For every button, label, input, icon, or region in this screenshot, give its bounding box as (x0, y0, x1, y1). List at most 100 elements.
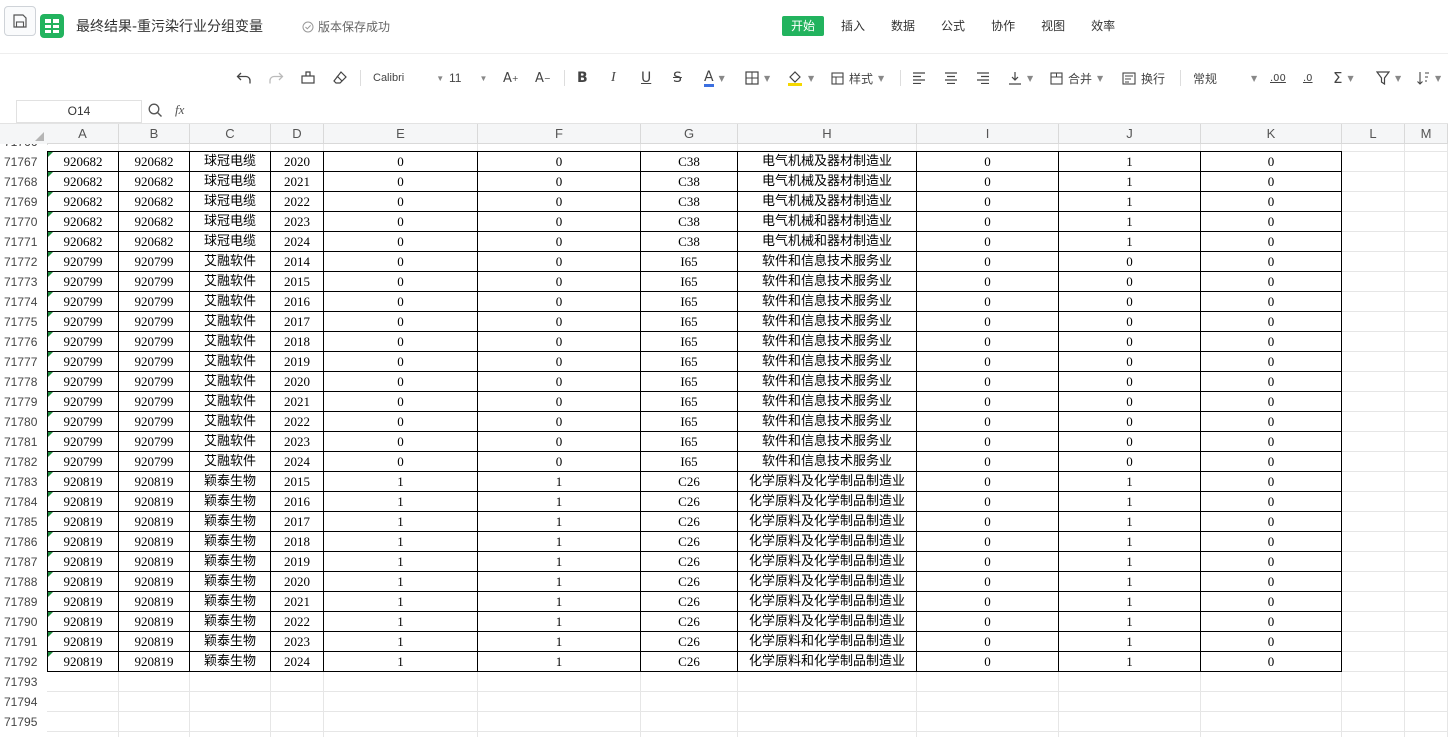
table-cell[interactable]: 920682 (119, 152, 190, 172)
table-cell[interactable]: 0 (1201, 412, 1342, 432)
table-cell[interactable]: 920819 (119, 592, 190, 612)
table-cell[interactable]: 1 (478, 652, 641, 672)
table-cell[interactable]: 2015 (271, 472, 324, 492)
increase-decimal-icon[interactable]: .00 (1270, 68, 1286, 88)
font-color-icon[interactable]: A ▼ (704, 68, 725, 88)
table-cell[interactable]: 0 (917, 592, 1059, 612)
column-header-d[interactable]: D (271, 124, 324, 144)
table-cell[interactable]: 0 (917, 632, 1059, 652)
column-header-m[interactable]: M (1405, 124, 1448, 144)
table-cell[interactable]: 颖泰生物 (190, 552, 271, 572)
table-cell[interactable]: 0 (1201, 172, 1342, 192)
table-cell[interactable]: 0 (917, 492, 1059, 512)
row-header[interactable]: 71785 (0, 512, 47, 532)
table-cell[interactable]: 0 (917, 232, 1059, 252)
column-header-g[interactable]: G (641, 124, 738, 144)
table-cell[interactable]: 920819 (47, 512, 119, 532)
table-cell[interactable]: 软件和信息技术服务业 (738, 392, 917, 412)
row-header[interactable]: 71783 (0, 472, 47, 492)
tab-formula[interactable]: 公式 (932, 16, 974, 36)
borders-icon[interactable]: ▼ (745, 68, 770, 88)
bold-icon[interactable]: B (577, 68, 588, 88)
row-header[interactable]: 71786 (0, 532, 47, 552)
table-cell[interactable]: 艾融软件 (190, 352, 271, 372)
table-cell[interactable]: 920799 (47, 292, 119, 312)
table-cell[interactable]: 920799 (119, 272, 190, 292)
merge-button[interactable]: 合并 ▼ (1050, 68, 1103, 88)
table-cell[interactable]: 0 (1201, 152, 1342, 172)
table-cell[interactable]: 0 (1059, 332, 1201, 352)
table-cell[interactable]: 920682 (47, 192, 119, 212)
table-cell[interactable]: 920799 (47, 392, 119, 412)
table-cell[interactable]: 0 (917, 172, 1059, 192)
table-cell[interactable]: 920682 (119, 172, 190, 192)
table-cell[interactable]: 920819 (119, 512, 190, 532)
row-header[interactable]: 71773 (0, 272, 47, 292)
table-cell[interactable]: 0 (478, 352, 641, 372)
table-cell[interactable]: 0 (324, 172, 478, 192)
table-cell[interactable]: 920819 (47, 652, 119, 672)
table-cell[interactable]: 0 (1201, 552, 1342, 572)
table-cell[interactable]: 2022 (271, 612, 324, 632)
table-cell[interactable]: 1 (324, 632, 478, 652)
decrease-font-icon[interactable]: A − (535, 68, 551, 88)
table-cell[interactable]: 0 (1201, 612, 1342, 632)
table-cell[interactable]: 0 (917, 252, 1059, 272)
table-cell[interactable]: C38 (641, 232, 738, 252)
table-cell[interactable]: 1 (1059, 552, 1201, 572)
table-cell[interactable]: 1 (324, 532, 478, 552)
table-cell[interactable]: 0 (1059, 292, 1201, 312)
table-cell[interactable]: 0 (478, 292, 641, 312)
table-cell[interactable]: 0 (478, 452, 641, 472)
table-cell[interactable]: 2017 (271, 512, 324, 532)
table-cell[interactable]: 艾融软件 (190, 392, 271, 412)
table-cell[interactable]: 1 (478, 532, 641, 552)
table-cell[interactable]: 2016 (271, 492, 324, 512)
table-cell[interactable]: C26 (641, 612, 738, 632)
table-cell[interactable]: C26 (641, 532, 738, 552)
table-cell[interactable]: 920799 (119, 292, 190, 312)
table-cell[interactable]: 0 (478, 252, 641, 272)
table-cell[interactable]: 艾融软件 (190, 412, 271, 432)
table-cell[interactable]: 0 (1201, 472, 1342, 492)
table-cell[interactable]: 艾融软件 (190, 292, 271, 312)
column-header-b[interactable]: B (119, 124, 190, 144)
table-cell[interactable]: 1 (1059, 232, 1201, 252)
table-cell[interactable]: 920799 (47, 372, 119, 392)
table-cell[interactable]: 920799 (119, 452, 190, 472)
wrap-text-button[interactable]: 换行 (1122, 68, 1165, 88)
table-cell[interactable]: 0 (324, 212, 478, 232)
cell-style-button[interactable]: 样式 ▼ (831, 68, 884, 88)
table-cell[interactable]: I65 (641, 392, 738, 412)
column-header-c[interactable]: C (190, 124, 271, 144)
number-format-select[interactable]: 常规 ▼ (1193, 68, 1257, 88)
table-cell[interactable]: 2021 (271, 392, 324, 412)
table-cell[interactable]: 0 (917, 332, 1059, 352)
table-cell[interactable]: 化学原料及化学制品制造业 (738, 592, 917, 612)
table-cell[interactable]: 球冠电缆 (190, 152, 271, 172)
table-cell[interactable]: 920819 (47, 592, 119, 612)
table-cell[interactable]: 920682 (47, 152, 119, 172)
table-cell[interactable]: 0 (324, 452, 478, 472)
increase-font-icon[interactable]: A + (503, 68, 519, 88)
table-cell[interactable]: 颖泰生物 (190, 532, 271, 552)
table-cell[interactable]: 软件和信息技术服务业 (738, 272, 917, 292)
table-cell[interactable]: 920819 (119, 632, 190, 652)
table-cell[interactable]: 1 (1059, 632, 1201, 652)
column-header-j[interactable]: J (1059, 124, 1201, 144)
table-cell[interactable]: 0 (1059, 432, 1201, 452)
table-cell[interactable]: 0 (478, 392, 641, 412)
table-cell[interactable]: 0 (917, 412, 1059, 432)
row-header[interactable]: 71772 (0, 252, 47, 272)
table-cell[interactable]: I65 (641, 252, 738, 272)
font-name-select[interactable]: Calibri ▼ (373, 68, 444, 88)
table-cell[interactable]: 920799 (119, 412, 190, 432)
table-cell[interactable]: C26 (641, 632, 738, 652)
table-cell[interactable]: 920682 (47, 232, 119, 252)
table-cell[interactable]: I65 (641, 312, 738, 332)
column-header-h[interactable]: H (738, 124, 917, 144)
column-header-e[interactable]: E (324, 124, 478, 144)
table-cell[interactable]: 颖泰生物 (190, 652, 271, 672)
table-cell[interactable]: 1 (324, 572, 478, 592)
table-cell[interactable]: 2023 (271, 632, 324, 652)
